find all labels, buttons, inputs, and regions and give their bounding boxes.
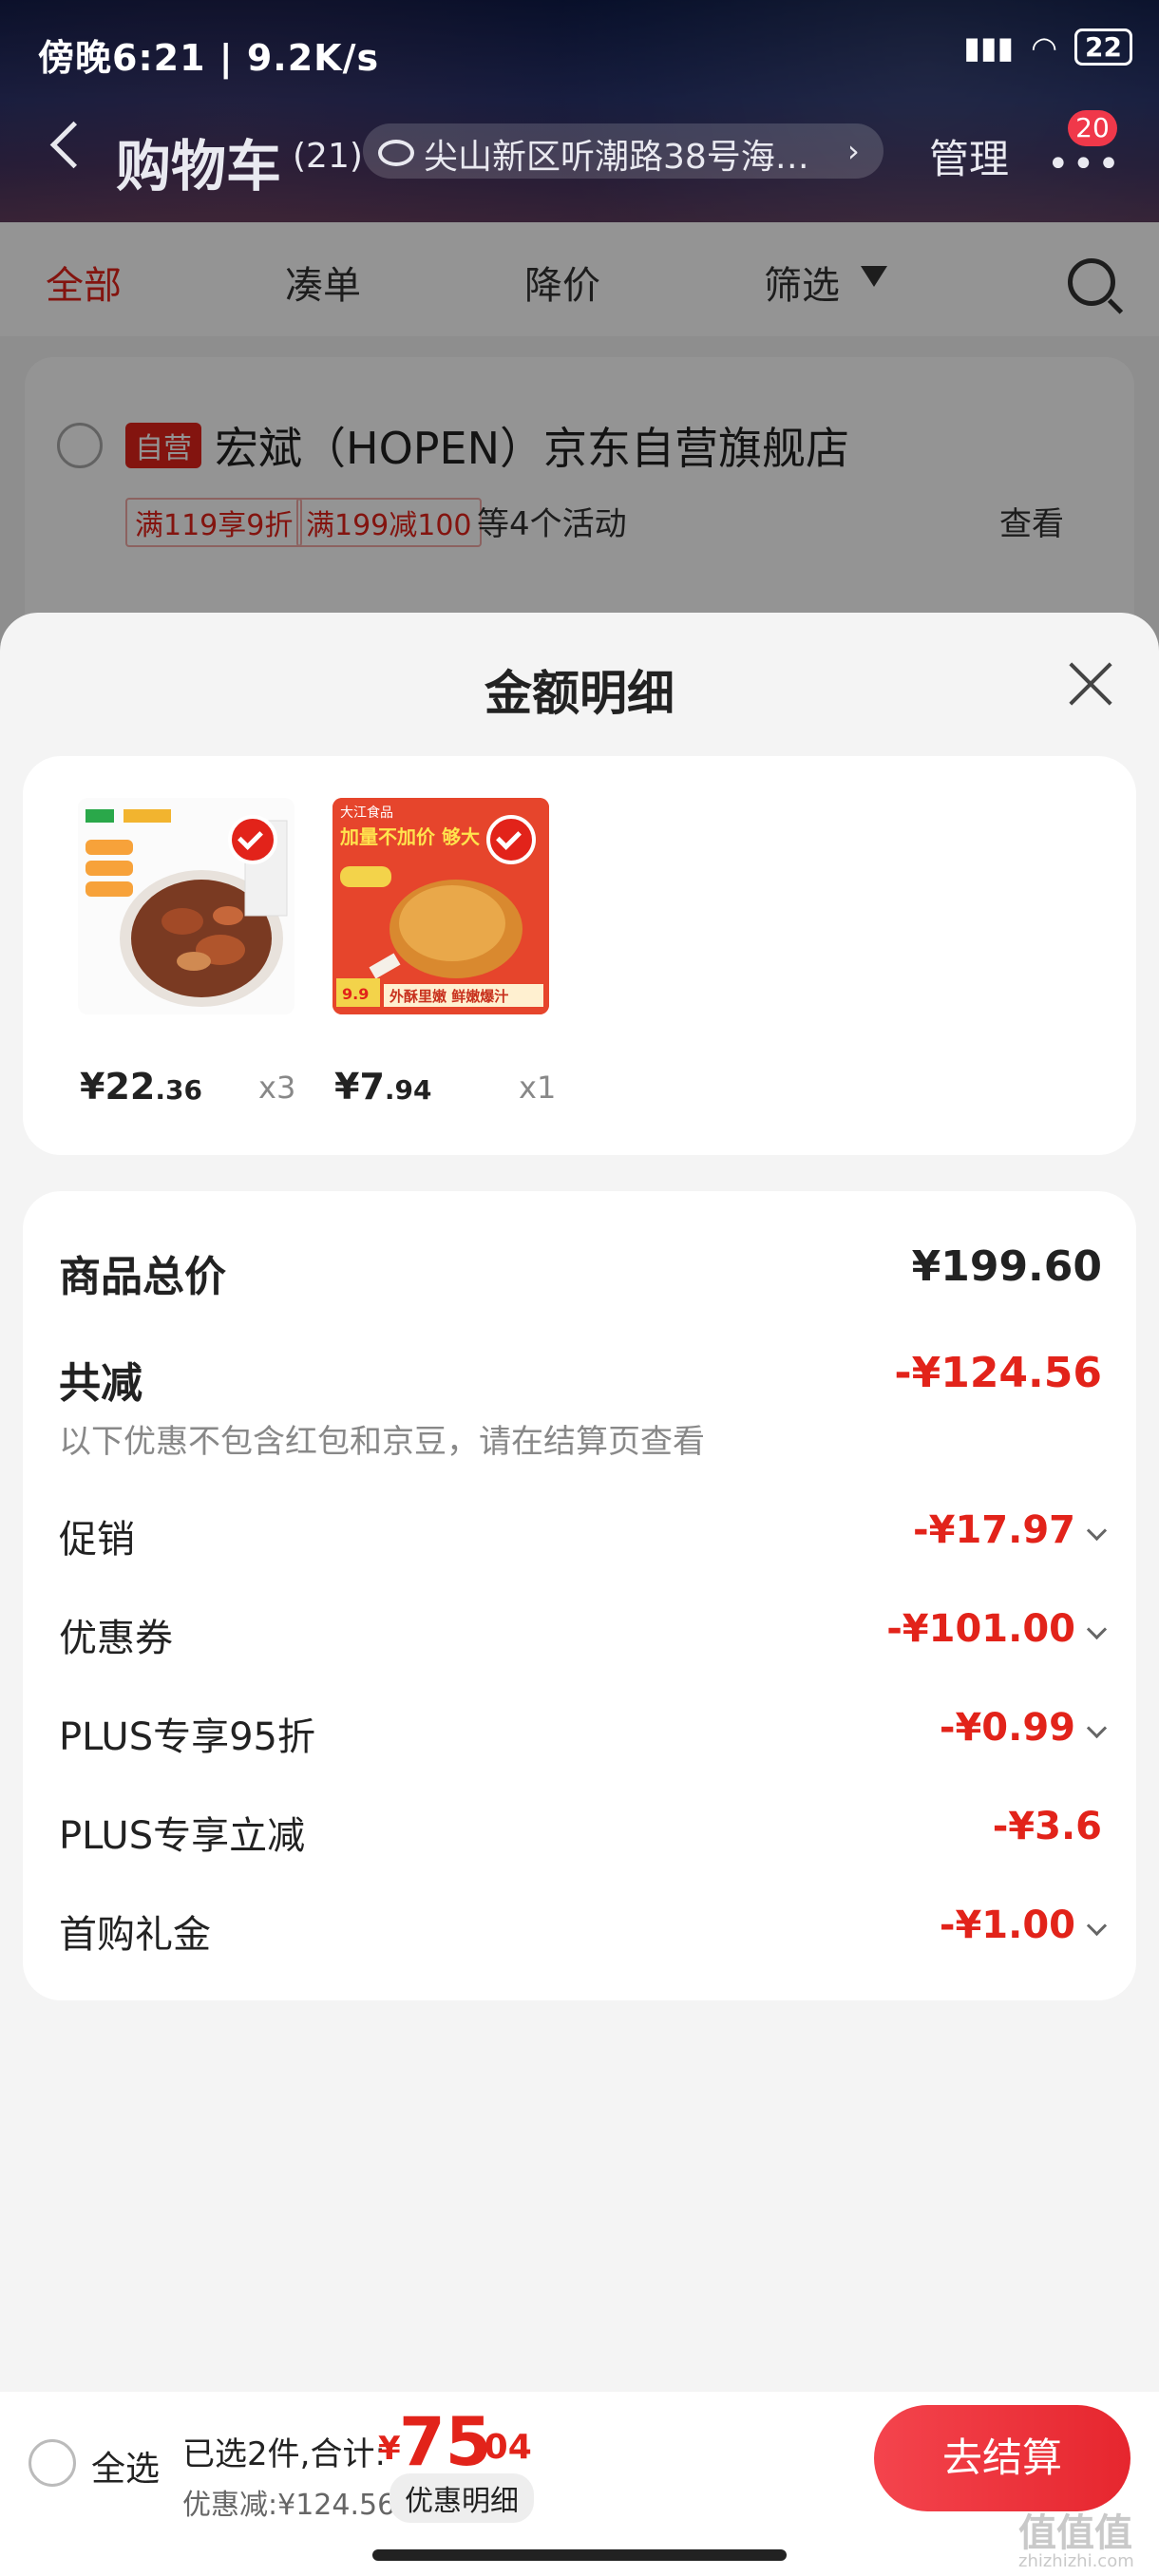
discount-note: 以下优惠不包含红包和京豆，请在结算页查看 — [59, 1423, 705, 1461]
discount-row-label: PLUS专享立减 — [59, 1814, 306, 1858]
discount-row-value[interactable]: -¥0.99 — [940, 1706, 1075, 1750]
discount-row-value[interactable]: -¥1.00 — [940, 1904, 1075, 1947]
total-currency: ¥ — [378, 2430, 401, 2468]
discount-summary: 优惠减:¥124.56 — [182, 2489, 396, 2522]
eye-icon — [378, 140, 414, 166]
manage-button[interactable]: 管理 — [929, 127, 1009, 185]
discount-row-label: 优惠券 — [59, 1617, 173, 1660]
discount-row-value[interactable]: -¥101.00 — [886, 1607, 1075, 1651]
close-icon[interactable] — [1068, 661, 1113, 707]
price-summary-card — [23, 1191, 1136, 2000]
discount-row-label: 首购礼金 — [59, 1913, 211, 1957]
message-badge: 20 — [1068, 110, 1117, 146]
discount-row-value[interactable]: -¥17.97 — [913, 1508, 1075, 1552]
select-all-label[interactable]: 全选 — [91, 2441, 160, 2491]
discount-detail-button[interactable]: 优惠明细 — [390, 2473, 534, 2523]
discount-row-label: PLUS专享95折 — [59, 1715, 315, 1759]
total-value: ¥199.60 — [911, 1242, 1102, 1291]
reduce-value: -¥124.56 — [894, 1349, 1102, 1397]
page-title: 购物车 — [116, 134, 282, 199]
thumb-price: 9.9 — [342, 985, 369, 1003]
item-price: ¥7.94 — [334, 1066, 432, 1108]
wifi-icon: ◠ — [1031, 28, 1058, 66]
address-text: 尖山新区听潮路38号海… — [424, 138, 809, 177]
signal-icon: ▮▮▮ — [963, 28, 1015, 66]
watermark-logo: 值值值 — [1018, 2511, 1132, 2555]
select-all-radio[interactable] — [28, 2439, 76, 2487]
status-icons: ▮▮▮ ◠ 22 — [963, 28, 1132, 66]
reduce-label: 共减 — [59, 1359, 142, 1408]
cart-count: (21) — [293, 137, 363, 176]
item-price: ¥22.36 — [80, 1066, 202, 1108]
discount-row-value: -¥3.6 — [992, 1805, 1102, 1848]
sheet-title: 金额明细 — [484, 666, 674, 721]
battery-icon: 22 — [1074, 28, 1132, 66]
more-icon[interactable]: ••• — [1047, 142, 1123, 186]
total-amount-decimal: .04 — [471, 2428, 532, 2467]
selected-check-icon — [486, 815, 536, 864]
discount-row-label: 促销 — [59, 1518, 135, 1562]
item-quantity: x3 — [258, 1070, 296, 1106]
home-indicator[interactable] — [372, 2549, 787, 2561]
chevron-right-icon: › — [847, 133, 860, 169]
checkout-button[interactable]: 去结算 — [874, 2405, 1130, 2511]
selected-summary: 已选2件,合计: — [182, 2435, 386, 2473]
total-label: 商品总价 — [59, 1253, 226, 1301]
thumb-slogan: 加量不加价 够大 — [339, 825, 480, 848]
selected-check-icon — [228, 815, 277, 864]
watermark-url: zhizhizhi.com — [1018, 2551, 1134, 2571]
thumb-brand: 大江食品 — [340, 805, 393, 821]
thumb-tagline: 外酥里嫩 鲜嫩爆汁 — [389, 988, 508, 1005]
status-time: 傍晚6:21 | 9.2K/s — [38, 37, 380, 79]
item-quantity: x1 — [519, 1070, 557, 1106]
